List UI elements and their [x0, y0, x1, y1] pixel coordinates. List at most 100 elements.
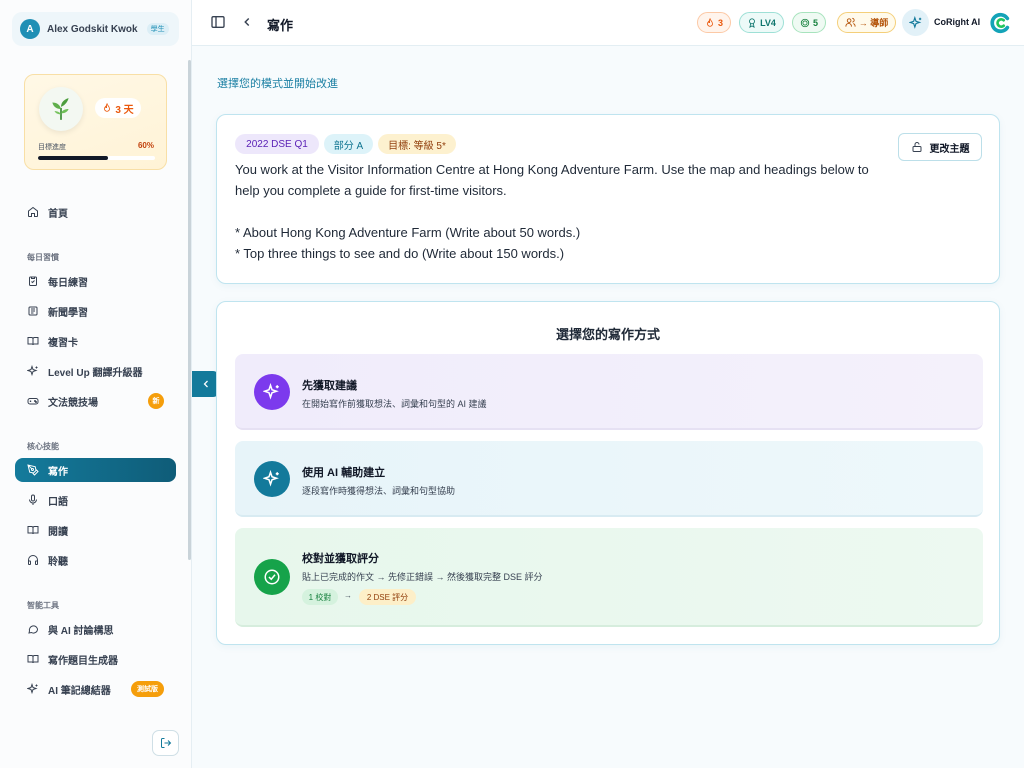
sidebar-item-label: 口語 [48, 496, 68, 508]
pen-tool-icon [27, 464, 39, 476]
award-icon [749, 17, 755, 28]
home-icon [28, 206, 38, 217]
sidebar-item-level-up-translator[interactable]: Level Up 翻譯升級器 [15, 359, 176, 383]
chat-bubble-icon [28, 625, 39, 634]
coin-icon [800, 18, 810, 27]
clipboard-check-icon [29, 276, 37, 286]
streak-count: 3 [717, 17, 723, 28]
goal-progress-card: 3 天 目標進度 60% [24, 74, 167, 170]
unlock-icon [912, 142, 921, 152]
sidebar-item-label: 與 AI 討論構思 [48, 625, 114, 637]
new-badge: 新 [148, 393, 164, 409]
chevron-left-icon [203, 380, 208, 388]
users-icon [845, 17, 856, 27]
step-proofread-badge: 1 校對 [302, 589, 338, 605]
ai-assistant-button[interactable] [902, 9, 929, 36]
back-button[interactable] [240, 15, 254, 29]
sidebar-scrollbar[interactable] [188, 60, 191, 560]
exam-tag: 2022 DSE Q1 [235, 134, 319, 154]
sidebar-item-label: 寫作題目生成器 [48, 655, 118, 667]
sidebar-item-label: AI 筆記總結器 [48, 685, 111, 697]
change-topic-button[interactable]: 更改主題 [898, 133, 982, 161]
sparkles-icon [27, 683, 38, 695]
avatar: A [20, 19, 40, 39]
sidebar-item-label: 閱讀 [48, 526, 68, 538]
goal-progress-fill [38, 156, 109, 160]
step-dse-grade-badge: 2 DSE 評分 [359, 589, 416, 605]
sidebar-item-label: 文法競技場 [48, 397, 98, 409]
coins-count: 5 [812, 17, 818, 28]
change-topic-label: 更改主題 [929, 143, 970, 155]
coright-logo-icon [989, 12, 1011, 34]
option-ai-assisted-build[interactable]: 使用 AI 輔助建立 逐段寫作時獲得想法、詞彙和句型協助 [235, 441, 983, 517]
sparkles-icon [27, 365, 38, 377]
beta-badge: 測試版 [131, 681, 164, 697]
tutor-label: → 導師 [858, 18, 889, 28]
page-title: 寫作 [267, 18, 294, 33]
goal-label: 目標進度 [38, 144, 66, 151]
ai-assistant-name: CoRight AI [934, 17, 981, 27]
option-title: 校對並獲取評分 [302, 553, 379, 565]
microphone-icon [29, 494, 37, 505]
sidebar-item-topic-generator[interactable]: 寫作題目生成器 [15, 647, 176, 671]
option-title: 使用 AI 輔助建立 [302, 467, 386, 479]
option-title: 先獲取建議 [302, 380, 357, 392]
sidebar-item-label: 聆聽 [48, 556, 68, 568]
toggle-sidebar-button[interactable] [210, 14, 226, 30]
goal-percent: 60% [137, 141, 154, 150]
option-description: 逐段寫作時獲得想法、詞彙和句型協助 [302, 486, 456, 496]
user-profile-chip[interactable]: A Alex Godskit Kwok 學生 [12, 12, 179, 46]
target-level-tag: 目標: 等級 5* [378, 134, 456, 154]
flame-icon [104, 103, 111, 112]
sidebar-item-home[interactable]: 首頁 [15, 200, 176, 224]
sidebar: A Alex Godskit Kwok 學生 3 天 目標進度 60% 首頁 每… [0, 0, 192, 768]
step-arrow: → [344, 591, 352, 600]
flame-icon [707, 17, 713, 27]
mode-hint-text: 選擇您的模式並開始改進 [217, 78, 338, 90]
writing-prompt-card: 2022 DSE Q1 部分 A 目標: 等級 5* You work at t… [216, 114, 1000, 284]
logout-button[interactable] [152, 730, 179, 756]
streak-badge[interactable]: 3 [697, 12, 731, 33]
option-description: 貼上已完成的作文 → 先修正錯誤 → 然後獲取完整 DSE 評分 [302, 572, 543, 582]
sidebar-item-news-learning[interactable]: 新聞學習 [15, 299, 176, 323]
streak-pill: 3 天 [95, 98, 141, 118]
part-tag: 部分 A [324, 134, 373, 154]
option-description: 在開始寫作前獲取想法、詞彙和句型的 AI 建議 [302, 399, 487, 409]
sidebar-item-listening[interactable]: 聆聽 [15, 548, 176, 572]
user-name: Alex Godskit Kwok [47, 23, 138, 35]
writing-method-card: 選擇您的寫作方式 先獲取建議 在開始寫作前獲取想法、詞彙和句型的 AI 建議 使… [216, 301, 1000, 645]
sidebar-item-ai-discussion[interactable]: 與 AI 討論構思 [15, 617, 176, 641]
sidebar-item-reading[interactable]: 閱讀 [15, 518, 176, 542]
tutor-button[interactable]: → 導師 [837, 12, 896, 33]
sidebar-item-writing[interactable]: 寫作 [15, 458, 176, 482]
sidebar-item-grammar-arena[interactable]: 文法競技場 新 [15, 389, 176, 413]
book-open-icon [27, 655, 39, 664]
sidebar-item-label: 複習卡 [48, 337, 78, 349]
level-text: LV4 [760, 17, 776, 28]
sidebar-item-label: 寫作 [48, 466, 68, 478]
option-proofread-and-grade[interactable]: 校對並獲取評分 貼上已完成的作文 → 先修正錯誤 → 然後獲取完整 DSE 評分… [235, 528, 983, 627]
sidebar-item-ai-notes-summarizer[interactable]: AI 筆記總結器 測試版 [15, 677, 176, 701]
sidebar-item-label: 每日練習 [48, 277, 88, 289]
headphones-icon [28, 555, 38, 565]
logout-icon [160, 738, 171, 748]
section-daily-habits: 每日習慣 [27, 253, 59, 262]
collapse-sidebar-button[interactable] [192, 371, 219, 397]
sparkles-icon [908, 15, 921, 29]
plant-icon [39, 87, 83, 131]
sidebar-item-daily-practice[interactable]: 每日練習 [15, 269, 176, 293]
section-core-skills: 核心技能 [27, 442, 59, 451]
sparkles-icon [254, 374, 290, 410]
sparkles-icon [254, 461, 290, 497]
book-open-icon [27, 526, 39, 535]
option-get-suggestions[interactable]: 先獲取建議 在開始寫作前獲取想法、詞彙和句型的 AI 建議 [235, 354, 983, 430]
sidebar-item-speaking[interactable]: 口語 [15, 488, 176, 512]
sidebar-item-label: 首頁 [48, 208, 68, 220]
sidebar-item-flashcards[interactable]: 複習卡 [15, 329, 176, 353]
coins-badge[interactable]: 5 [792, 12, 826, 33]
chevron-left-icon [244, 17, 250, 27]
sidebar-item-label: 新聞學習 [48, 307, 88, 319]
sidebar-item-label: Level Up 翻譯升級器 [48, 367, 143, 379]
prompt-text: You work at the Visitor Information Cent… [235, 162, 869, 261]
level-badge[interactable]: LV4 [739, 12, 784, 33]
